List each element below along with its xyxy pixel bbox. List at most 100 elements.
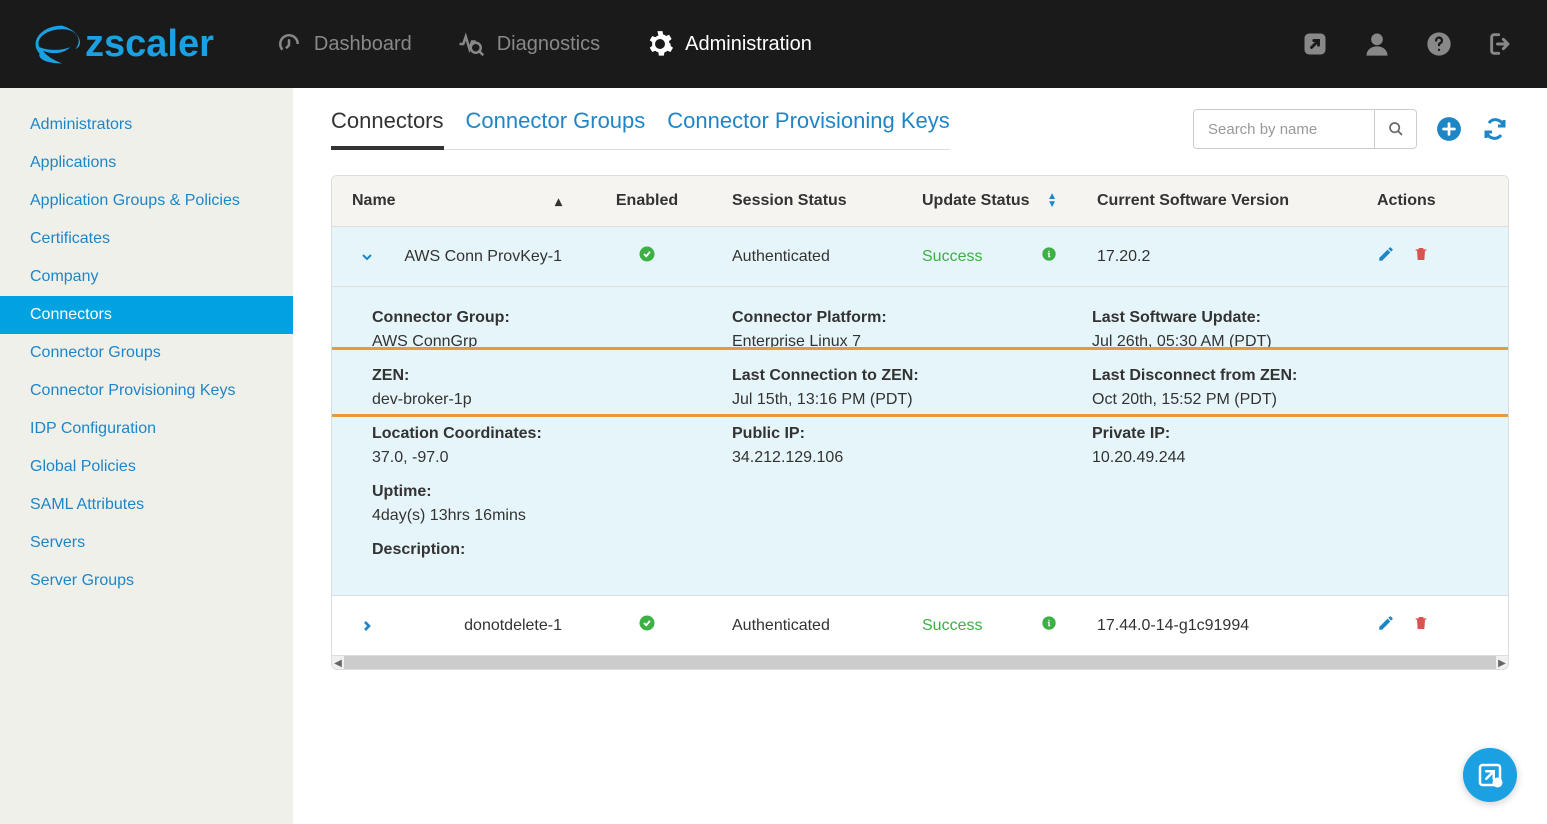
enabled-check-icon (638, 245, 656, 263)
delete-button[interactable] (1413, 245, 1429, 268)
info-icon[interactable] (1041, 615, 1057, 636)
detail-value: Enterprise Linux 7 (732, 333, 1092, 351)
nav-diagnostics[interactable]: Diagnostics (457, 29, 600, 59)
info-icon[interactable] (1041, 246, 1057, 267)
nav-administration[interactable]: Administration (645, 29, 812, 59)
main-content: Connectors Connector Groups Connector Pr… (293, 88, 1547, 824)
pencil-icon (1377, 245, 1395, 263)
external-link-icon[interactable] (1299, 28, 1331, 60)
delete-button[interactable] (1413, 614, 1429, 637)
table-row: AWS Conn ProvKey-1 Authenticated Success… (332, 227, 1508, 287)
detail-label: Connector Platform: (732, 309, 1092, 327)
top-header: zscaler Dashboard Diagnostics Administra… (0, 0, 1547, 88)
sidebar-item-idp-config[interactable]: IDP Configuration (0, 410, 293, 448)
edit-button[interactable] (1377, 614, 1395, 637)
scroll-left-icon[interactable]: ◀ (332, 656, 344, 670)
row-update: Success (922, 617, 982, 635)
gauge-icon (274, 29, 304, 59)
detail-label: Description: (372, 541, 732, 559)
nav-dashboard[interactable]: Dashboard (274, 29, 412, 59)
help-icon[interactable] (1423, 28, 1455, 60)
column-enabled[interactable]: Enabled (582, 176, 712, 226)
detail-label: Last Software Update: (1092, 309, 1468, 327)
row-session: Authenticated (712, 617, 902, 635)
row-version: 17.44.0-14-g1c91994 (1077, 617, 1357, 635)
sidebar-item-connector-prov-keys[interactable]: Connector Provisioning Keys (0, 372, 293, 410)
sidebar-item-global-policies[interactable]: Global Policies (0, 448, 293, 486)
logout-icon[interactable] (1485, 28, 1517, 60)
detail-label: Uptime: (372, 483, 732, 501)
page-tabs: Connectors Connector Groups Connector Pr… (331, 108, 950, 150)
sidebar-item-servers[interactable]: Servers (0, 524, 293, 562)
edit-button[interactable] (1377, 245, 1395, 268)
row-details-panel: Connector Group:AWS ConnGrp Connector Pl… (332, 287, 1508, 596)
detail-value: Oct 20th, 15:52 PM (PDT) (1092, 391, 1468, 409)
horizontal-scrollbar[interactable]: ◀ ▶ (332, 655, 1508, 669)
detail-value: 37.0, -97.0 (372, 449, 732, 467)
sidebar-item-connectors[interactable]: Connectors (0, 296, 293, 334)
sidebar-item-saml-attributes[interactable]: SAML Attributes (0, 486, 293, 524)
sort-caret-up-icon: ▴ (555, 193, 562, 210)
row-update: Success (922, 248, 982, 266)
connectors-table: Name▴ Enabled Session Status Update Stat… (331, 175, 1509, 670)
sidebar: Administrators Applications Application … (0, 88, 293, 824)
detail-value: dev-broker-1p (372, 391, 732, 409)
help-fab-button[interactable]: ? (1463, 748, 1517, 802)
search-icon (1388, 121, 1404, 137)
refresh-button[interactable] (1481, 115, 1509, 143)
detail-label: Public IP: (732, 425, 1092, 443)
detail-label: Last Connection to ZEN: (732, 367, 1092, 385)
sidebar-item-server-groups[interactable]: Server Groups (0, 562, 293, 600)
plus-circle-icon (1436, 116, 1462, 142)
primary-nav: Dashboard Diagnostics Administration (274, 29, 1299, 59)
brand-logo[interactable]: zscaler (30, 22, 214, 67)
tab-connectors[interactable]: Connectors (331, 108, 444, 150)
detail-label: Private IP: (1092, 425, 1468, 443)
detail-value: 4day(s) 13hrs 16mins (372, 507, 732, 525)
detail-value: Jul 26th, 05:30 AM (PDT) (1092, 333, 1468, 351)
tab-connector-groups[interactable]: Connector Groups (466, 108, 646, 150)
sidebar-item-connector-groups[interactable]: Connector Groups (0, 334, 293, 372)
sidebar-item-company[interactable]: Company (0, 258, 293, 296)
sidebar-item-app-groups-policies[interactable]: Application Groups & Policies (0, 182, 293, 220)
brand-text: zscaler (85, 23, 214, 66)
sidebar-item-applications[interactable]: Applications (0, 144, 293, 182)
row-expander[interactable] (352, 618, 382, 634)
user-icon[interactable] (1361, 28, 1393, 60)
sidebar-item-certificates[interactable]: Certificates (0, 220, 293, 258)
column-session[interactable]: Session Status (712, 176, 902, 226)
column-update[interactable]: Update Status▲▼ (902, 176, 1077, 226)
row-name: donotdelete-1 (464, 617, 562, 635)
table-row: donotdelete-1 Authenticated Success 17.4… (332, 596, 1508, 655)
detail-value: 34.212.129.106 (732, 449, 1092, 467)
detail-value: AWS ConnGrp (372, 333, 732, 351)
chevron-down-icon (359, 249, 375, 265)
search-group (1193, 109, 1417, 149)
trash-icon (1413, 614, 1429, 632)
row-version: 17.20.2 (1077, 248, 1357, 266)
pencil-icon (1377, 614, 1395, 632)
detail-label: ZEN: (372, 367, 732, 385)
column-version[interactable]: Current Software Version (1077, 176, 1357, 226)
tab-connector-prov-keys[interactable]: Connector Provisioning Keys (667, 108, 949, 150)
page-controls (1193, 109, 1509, 149)
detail-value: 10.20.49.244 (1092, 449, 1468, 467)
scroll-right-icon[interactable]: ▶ (1496, 656, 1508, 670)
chevron-right-icon (359, 618, 375, 634)
row-expander[interactable] (352, 249, 382, 265)
sort-arrows-icon: ▲▼ (1047, 193, 1057, 209)
search-button[interactable] (1374, 110, 1416, 148)
enabled-check-icon (638, 614, 656, 632)
svg-text:?: ? (1496, 780, 1500, 787)
column-name[interactable]: Name▴ (332, 176, 582, 226)
detail-label: Location Coordinates: (372, 425, 732, 443)
detail-label: Last Disconnect from ZEN: (1092, 367, 1468, 385)
expand-help-icon: ? (1475, 760, 1505, 790)
search-input[interactable] (1194, 110, 1374, 148)
row-session: Authenticated (712, 248, 902, 266)
scroll-thumb[interactable] (344, 656, 1496, 670)
row-name: AWS Conn ProvKey-1 (404, 248, 562, 266)
detail-value: Jul 15th, 13:16 PM (PDT) (732, 391, 1092, 409)
add-button[interactable] (1435, 115, 1463, 143)
sidebar-item-administrators[interactable]: Administrators (0, 106, 293, 144)
